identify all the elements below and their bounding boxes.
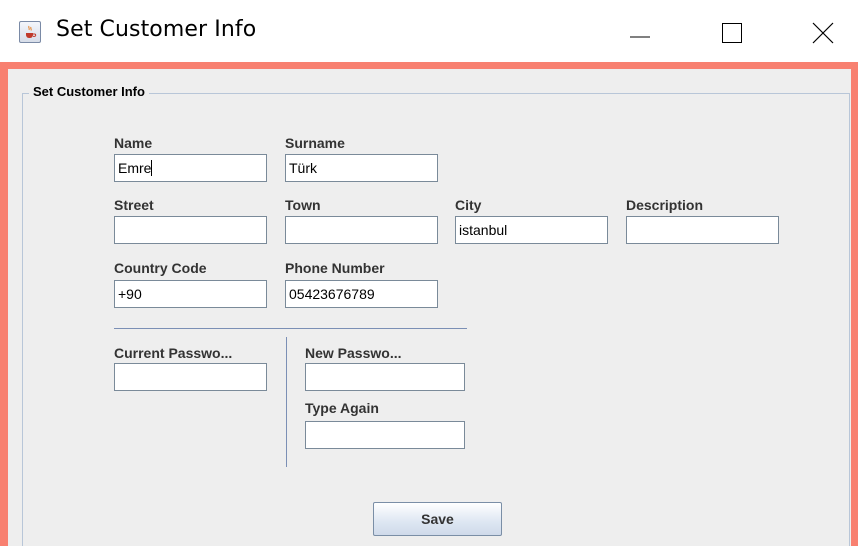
- surname-field[interactable]: Türk: [285, 154, 438, 182]
- title-bar[interactable]: Set Customer Info: [0, 0, 858, 62]
- window-title: Set Customer Info: [56, 17, 257, 42]
- description-field[interactable]: [626, 216, 779, 244]
- java-cup-icon: [19, 21, 41, 43]
- current-password-field[interactable]: [114, 363, 267, 391]
- street-field[interactable]: [114, 216, 267, 244]
- surname-label: Surname: [285, 135, 345, 151]
- town-field[interactable]: [285, 216, 438, 244]
- name-field[interactable]: Emre: [114, 154, 267, 182]
- country-code-field[interactable]: +90: [114, 280, 267, 308]
- new-password-label: New Passwo...: [305, 345, 402, 361]
- minimize-icon: [630, 36, 650, 38]
- horizontal-separator: [114, 328, 467, 329]
- town-label: Town: [285, 197, 321, 213]
- phone-number-field[interactable]: 05423676789: [285, 280, 438, 308]
- current-password-label: Current Passwo...: [114, 345, 233, 361]
- name-value: Emre: [118, 160, 152, 176]
- phone-number-label: Phone Number: [285, 260, 385, 276]
- text-caret: [151, 160, 153, 176]
- panel-title: Set Customer Info: [29, 84, 149, 99]
- city-field[interactable]: istanbul: [455, 216, 608, 244]
- city-label: City: [455, 197, 482, 213]
- minimize-button[interactable]: [603, 0, 675, 62]
- street-label: Street: [114, 197, 154, 213]
- type-again-field[interactable]: [305, 421, 465, 449]
- close-icon: [812, 22, 834, 44]
- vertical-separator: [286, 337, 287, 467]
- close-button[interactable]: [786, 0, 858, 62]
- type-again-label: Type Again: [305, 400, 379, 416]
- save-button[interactable]: Save: [373, 502, 502, 536]
- country-code-label: Country Code: [114, 260, 207, 276]
- maximize-icon: [722, 23, 742, 43]
- description-label: Description: [626, 197, 704, 213]
- maximize-button[interactable]: [695, 0, 767, 62]
- name-label: Name: [114, 135, 153, 151]
- new-password-field[interactable]: [305, 363, 465, 391]
